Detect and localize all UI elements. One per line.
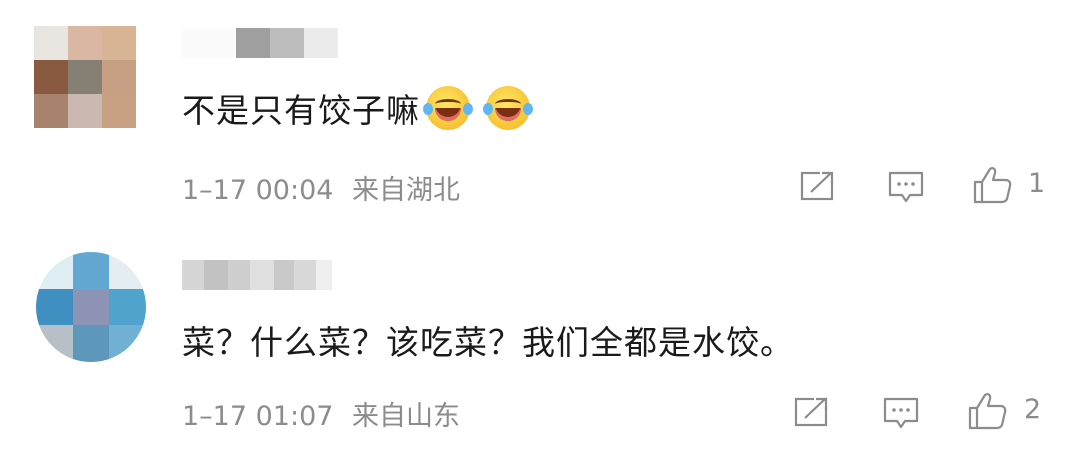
comment-item: 菜？什么菜？该吃菜？我们全都是水饺。 1–17 01:07 来自山东 2: [0, 230, 1080, 455]
timestamp: 1–17 00:04: [182, 175, 334, 206]
location: 来自山东: [352, 401, 461, 432]
timestamp: 1–17 01:07: [182, 401, 334, 432]
share-icon[interactable]: [800, 170, 836, 202]
comment-body: 不是只有饺子嘛: [182, 91, 420, 130]
laughing-tears-emoji: [483, 86, 533, 130]
reply-icon[interactable]: [883, 396, 919, 430]
reply-icon[interactable]: [888, 170, 924, 204]
comment-meta: 1–17 00:04 来自湖北: [182, 168, 460, 207]
comment-item: 不是只有饺子嘛 1–17 00:04 来自湖北 1: [0, 0, 1080, 230]
comment-body: 菜？什么菜？该吃菜？我们全都是水饺。: [182, 323, 794, 362]
laughing-tears-emoji: [423, 86, 473, 130]
avatar[interactable]: [36, 252, 146, 362]
comment-meta: 1–17 01:07 来自山东: [182, 394, 460, 433]
like-count: 2: [1024, 394, 1042, 425]
comment-text: 不是只有饺子嘛: [182, 82, 533, 134]
comment-text: 菜？什么菜？该吃菜？我们全都是水饺。: [182, 314, 794, 366]
share-icon[interactable]: [794, 396, 830, 428]
username[interactable]: [182, 28, 338, 58]
thumbs-up-icon[interactable]: [973, 166, 1013, 204]
location: 来自湖北: [352, 175, 461, 206]
like-count: 1: [1028, 168, 1046, 199]
thumbs-up-icon[interactable]: [968, 392, 1008, 430]
username[interactable]: [182, 260, 332, 290]
avatar[interactable]: [34, 26, 136, 128]
